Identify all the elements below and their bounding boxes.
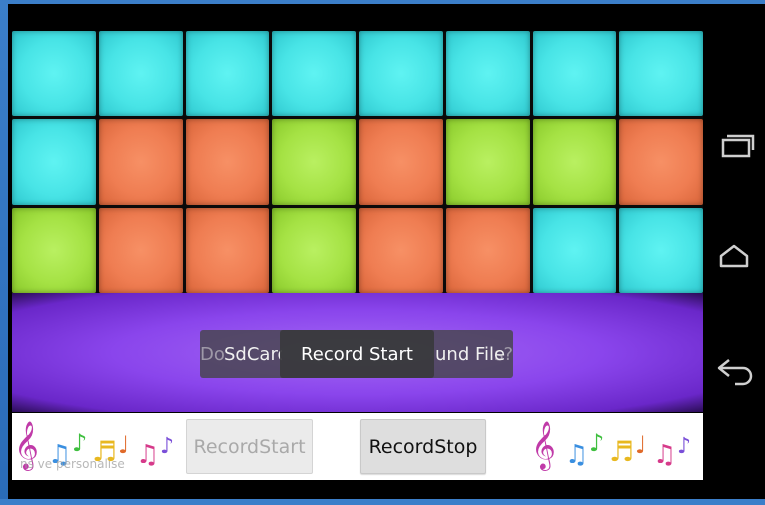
music-notes-icon: 𝄞 ♫ ♪ ♬ ♩ ♫ ♪ [531,420,691,471]
toast-sound-file-text: ound File [434,343,506,365]
drum-pad-orange[interactable] [359,207,443,293]
toast-sdcard: SdCard i [200,330,282,378]
record-start-button[interactable]: RecordStart [186,419,313,474]
drum-pad-cyan[interactable] [12,119,96,205]
drum-pad-cyan[interactable] [619,207,703,293]
back-button[interactable] [711,350,757,390]
music-notes-decoration-left: 𝄞 ♫ ♪ ♬ ♩ ♫ ♪ ns ve personalise [12,413,184,480]
drum-pad-green[interactable] [532,119,617,205]
system-navigation-bar [703,4,765,499]
back-icon [717,359,753,386]
music-notes-decoration-right: 𝄞 ♫ ♪ ♬ ♩ ♫ ♪ [529,413,703,480]
drum-pad-orange[interactable] [619,119,703,205]
drum-pad-cyan[interactable] [619,31,703,117]
svg-text:♪: ♪ [677,434,691,459]
control-bar: 𝄞 ♫ ♪ ♬ ♩ ♫ ♪ ns ve personalise RecordSt… [12,413,703,480]
toast-sound-file: ound File [434,330,513,378]
home-icon [719,244,749,268]
svg-text:♪: ♪ [160,434,174,459]
drum-pad-orange[interactable] [98,207,183,293]
toast-record-start-text: Record Start [301,343,413,365]
svg-text:♪: ♪ [589,429,604,457]
drum-pad-orange[interactable] [185,207,270,293]
svg-text:♩: ♩ [118,431,129,459]
drum-pad-orange[interactable] [185,119,270,205]
svg-text:♫: ♫ [653,440,676,470]
svg-text:♬: ♬ [609,435,634,468]
recents-button[interactable] [711,126,757,166]
record-stop-label: RecordStop [368,435,478,458]
window-frame-left [0,0,8,505]
drum-pad-grid [12,31,703,293]
drum-pad-green[interactable] [445,119,530,205]
svg-text:♩: ♩ [635,431,646,459]
drum-pad-orange[interactable] [445,207,530,293]
svg-text:♫: ♫ [565,440,588,470]
svg-text:♪: ♪ [72,429,87,457]
drum-pad-cyan[interactable] [532,31,617,117]
drum-pad-green[interactable] [272,207,356,293]
drum-pad-green[interactable] [12,207,96,293]
record-start-label: RecordStart [193,435,306,458]
drum-pad-cyan[interactable] [185,31,270,117]
drum-pad-cyan[interactable] [98,31,183,117]
toast-record-start: Record Start [280,330,434,378]
drum-pad-green[interactable] [272,119,356,205]
watermark-text: ns ve personalise [20,457,125,471]
svg-text:𝄞: 𝄞 [531,420,556,471]
svg-text:♫: ♫ [136,440,159,470]
drum-pad-cyan[interactable] [445,31,530,117]
window-frame-bottom [0,499,765,505]
drum-pad-cyan[interactable] [12,31,96,117]
record-stop-button[interactable]: RecordStop [360,419,486,474]
recents-icon [721,134,755,158]
drum-pad-cyan[interactable] [532,207,617,293]
drum-pad-cyan[interactable] [272,31,356,117]
drum-pad-orange[interactable] [359,119,443,205]
home-button[interactable] [711,236,757,276]
toast-sdcard-text: SdCard i [224,343,282,365]
drum-pad-orange[interactable] [98,119,183,205]
drum-pad-cyan[interactable] [359,31,443,117]
